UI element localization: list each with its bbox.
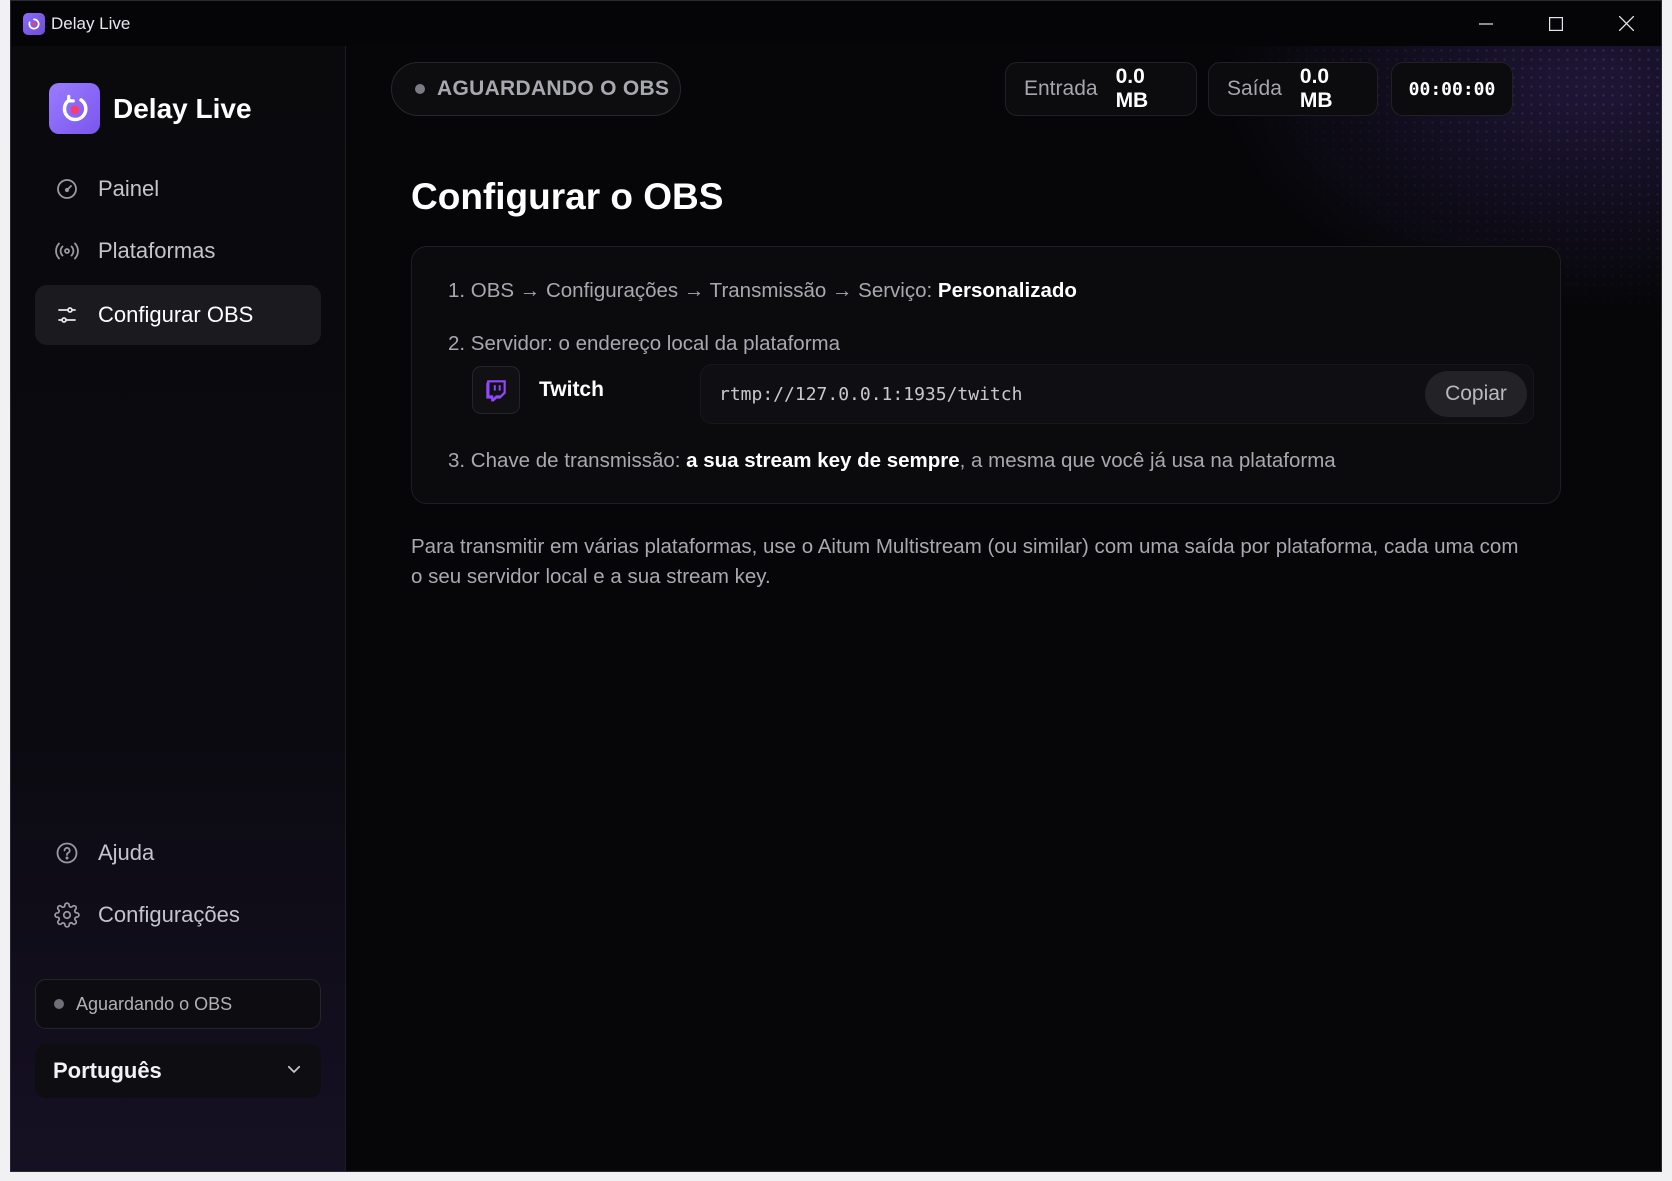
sidebar-item-label: Configurações [98,902,240,927]
step-3-text: 3. Chave de transmissão: [448,449,687,472]
help-circle-icon [53,839,81,867]
sidebar-item-label: Configurar OBS [98,302,254,327]
sidebar-item-label: Painel [98,176,160,201]
input-stat: Entrada 0.0 MB [1005,62,1197,116]
window-title: Delay Live [51,13,131,33]
broadcast-icon [53,237,81,265]
twitch-icon [472,366,520,414]
brand: Delay Live [49,83,252,134]
step-2: 2. Servidor: o endereço local da platafo… [448,332,840,356]
output-stat: Saída 0.0 MB [1208,62,1378,116]
sidebar-item-painel[interactable]: Painel [35,159,321,219]
app-logo-icon [23,12,45,35]
main-content: AGUARDANDO O OBS Entrada 0.0 MB Saída 0.… [347,46,1661,1171]
timer-value: 00:00:00 [1408,78,1496,100]
gear-icon [53,901,81,929]
sidebar: Delay Live Painel Plataformas Configurar… [11,46,346,1171]
sidebar-status-text: Aguardando o OBS [76,993,233,1014]
obs-status-text: AGUARDANDO O OBS [437,77,670,100]
title-bar: Delay Live [11,1,1661,46]
status-dot-icon [415,84,425,94]
app-logo-icon [49,83,100,134]
sidebar-item-ajuda[interactable]: Ajuda [35,823,321,883]
obs-status-badge: AGUARDANDO O OBS [391,62,681,116]
language-select[interactable]: Português [35,1044,321,1098]
sidebar-item-label: Ajuda [98,840,155,865]
output-value: 0.0 MB [1299,65,1333,112]
sidebar-item-plataformas[interactable]: Plataformas [35,221,321,281]
platform-name: Twitch [539,378,604,401]
sidebar-status-badge: Aguardando o OBS [35,979,321,1029]
platform-row: Twitch [472,366,604,414]
input-label: Entrada [1024,77,1098,100]
obs-instructions-card: 1. OBS → Configurações → Transmissão → S… [411,246,1561,504]
maximize-icon[interactable] [1521,1,1591,46]
step-1-highlight: Personalizado [937,279,1077,302]
step-1-text: 1. OBS → Configurações → Transmissão → S… [448,279,938,302]
multistream-note: Para transmitir em várias plataformas, u… [411,535,1519,588]
step-3: 3. Chave de transmissão: a sua stream ke… [448,449,1336,473]
minimize-icon[interactable] [1451,1,1521,46]
server-url-field[interactable]: rtmp://127.0.0.1:1935/twitch Copiar [700,364,1534,424]
input-value: 0.0 MB [1115,65,1149,112]
close-icon[interactable] [1591,1,1661,46]
page-title: Configurar o OBS [411,176,724,217]
chevron-down-icon [285,1058,303,1084]
sidebar-item-configurar-obs[interactable]: Configurar OBS [35,285,321,345]
step-1: 1. OBS → Configurações → Transmissão → S… [448,279,1077,303]
step-2-text: 2. Servidor: o endereço local da platafo… [448,332,841,355]
step-3-suffix: , a mesma que você já usa na plataforma [959,449,1336,472]
language-value: Português [53,1058,162,1083]
gauge-icon [53,175,81,203]
sliders-icon [53,301,81,329]
sidebar-item-configuracoes[interactable]: Configurações [35,885,321,945]
output-label: Saída [1227,77,1282,100]
copy-button[interactable]: Copiar [1425,371,1527,417]
server-url-value: rtmp://127.0.0.1:1935/twitch [719,383,1023,405]
brand-name: Delay Live [113,92,252,124]
status-dot-icon [54,999,64,1009]
step-3-highlight: a sua stream key de sempre [686,449,960,472]
sidebar-item-label: Plataformas [98,238,216,263]
stream-timer: 00:00:00 [1391,62,1513,116]
app-window: Delay Live Delay Live Painel Plataformas… [10,0,1662,1172]
